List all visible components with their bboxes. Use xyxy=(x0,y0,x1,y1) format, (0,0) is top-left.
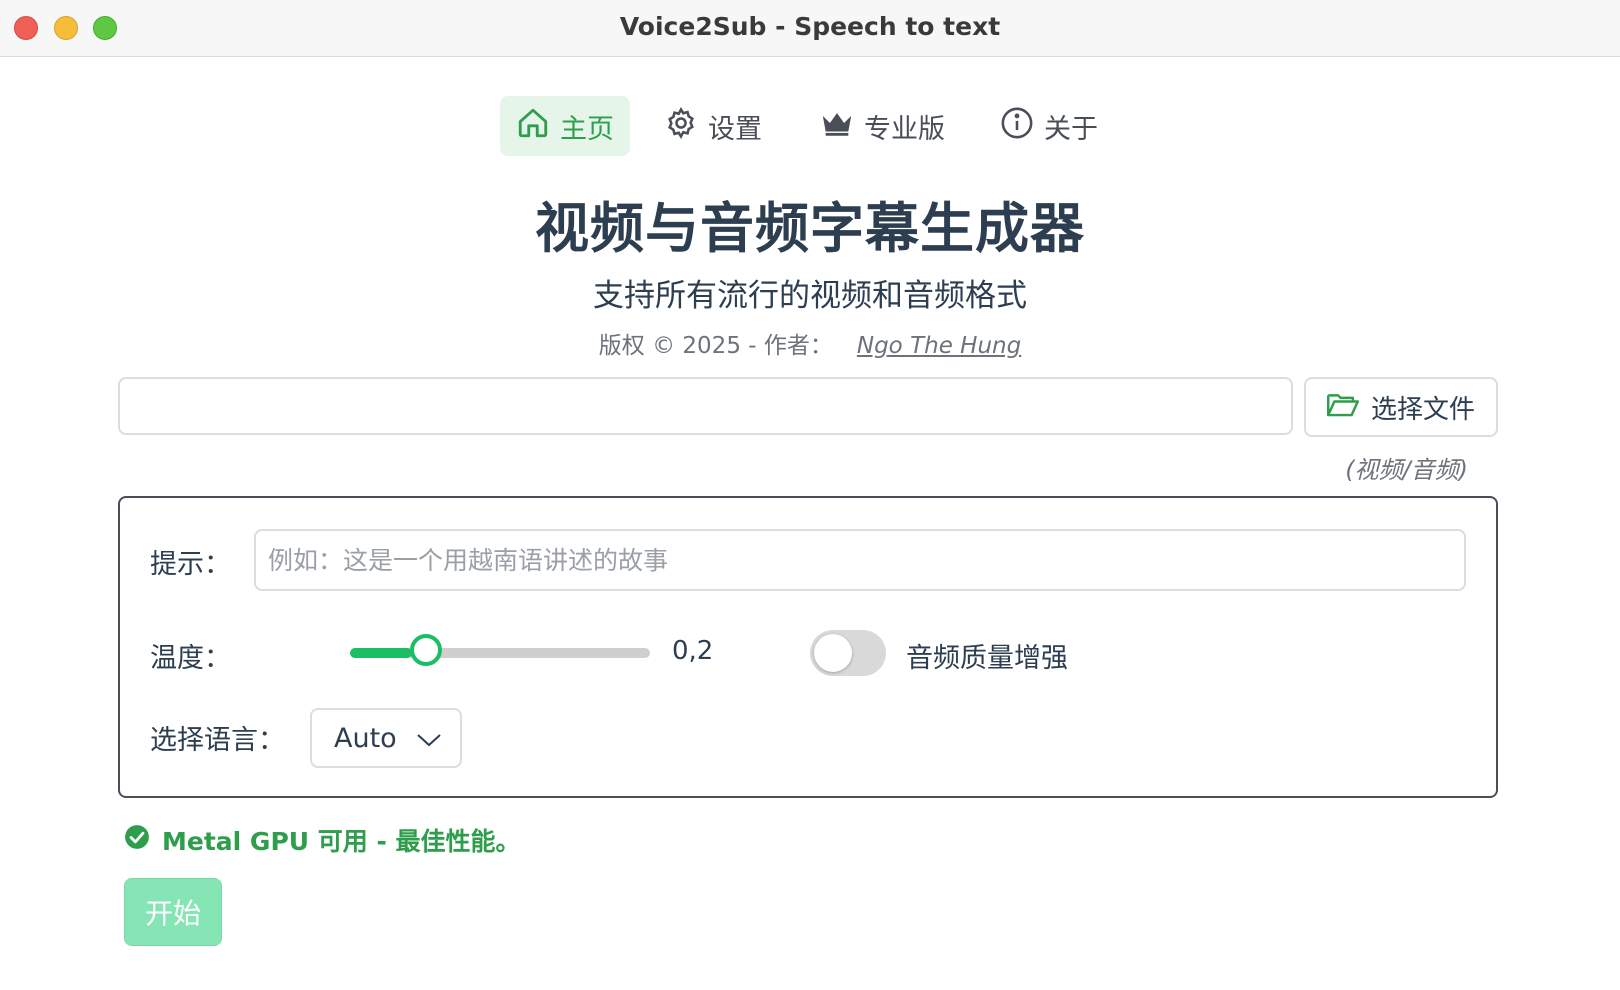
nav-home[interactable]: 主页 xyxy=(500,96,630,156)
audio-enhance-label: 音频质量增强 xyxy=(906,643,1068,674)
gpu-status: Metal GPU 可用 - 最佳性能。 xyxy=(124,822,521,858)
temperature-slider-thumb[interactable] xyxy=(410,634,442,666)
audio-enhance-toggle-knob xyxy=(814,634,852,672)
nav-pro-label: 专业版 xyxy=(864,113,945,145)
crown-icon xyxy=(820,108,864,145)
gpu-status-text: Metal GPU 可用 - 最佳性能。 xyxy=(162,827,521,856)
nav-settings-label: 设置 xyxy=(708,113,762,145)
file-type-hint: (视频/音频) xyxy=(1345,456,1468,484)
language-select-value: Auto xyxy=(334,722,397,754)
window-title: Voice2Sub - Speech to text xyxy=(619,12,1001,41)
audio-enhance-toggle[interactable] xyxy=(810,630,886,676)
page-title: 视频与音频字幕生成器 xyxy=(535,197,1085,260)
title-bar: Voice2Sub - Speech to text xyxy=(0,0,1620,57)
choose-file-label: 选择文件 xyxy=(1370,394,1475,425)
temperature-slider[interactable] xyxy=(350,634,650,666)
nav-about-label: 关于 xyxy=(1044,113,1098,145)
temperature-label: 温度： xyxy=(150,643,231,674)
copyright-text: 版权 © 2025 - 作者： xyxy=(598,333,833,359)
temperature-slider-fill xyxy=(350,648,412,658)
nav-home-label: 主页 xyxy=(560,113,614,145)
choose-file-button[interactable]: 选择文件 xyxy=(1304,377,1498,437)
info-icon xyxy=(1000,106,1044,147)
nav-pro[interactable]: 专业版 xyxy=(804,96,961,156)
start-button[interactable]: 开始 xyxy=(124,878,222,946)
gear-icon xyxy=(664,106,708,147)
page-subtitle: 支持所有流行的视频和音频格式 xyxy=(593,278,1027,314)
author-link[interactable]: Ngo The Hung xyxy=(857,333,1021,359)
prompt-label: 提示： xyxy=(150,549,231,580)
home-icon xyxy=(516,106,560,147)
copyright-line: 版权 © 2025 - 作者： Ngo The Hung xyxy=(0,326,1620,360)
file-path-input[interactable] xyxy=(118,377,1293,435)
options-panel: 提示： 温度： 0,2 音频质量增强 选择语言： Auto xyxy=(118,496,1498,798)
language-label: 选择语言： xyxy=(150,725,285,756)
check-circle-icon xyxy=(124,824,162,856)
temperature-value: 0,2 xyxy=(672,636,714,666)
language-select[interactable]: Auto xyxy=(310,708,462,768)
top-nav: 主页 设置 专业版 关于 xyxy=(0,96,1620,156)
nav-about[interactable]: 关于 xyxy=(984,96,1114,156)
folder-open-icon xyxy=(1326,391,1371,424)
prompt-input[interactable] xyxy=(254,529,1466,591)
nav-settings[interactable]: 设置 xyxy=(648,96,778,156)
